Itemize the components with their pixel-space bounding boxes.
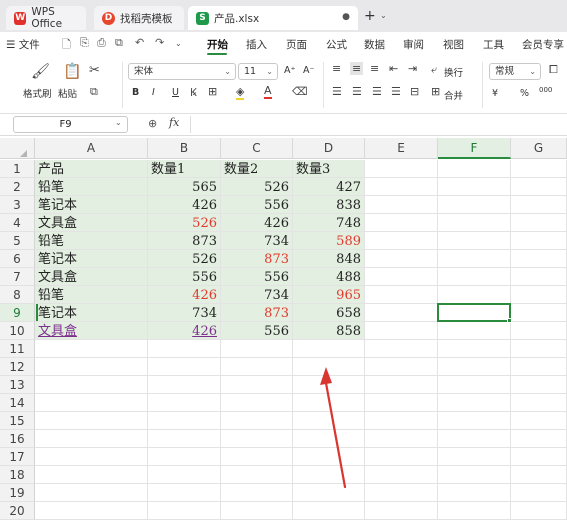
arrow-shaft [324,381,347,489]
annotation-arrow [320,367,347,489]
arrow-head [320,367,332,385]
